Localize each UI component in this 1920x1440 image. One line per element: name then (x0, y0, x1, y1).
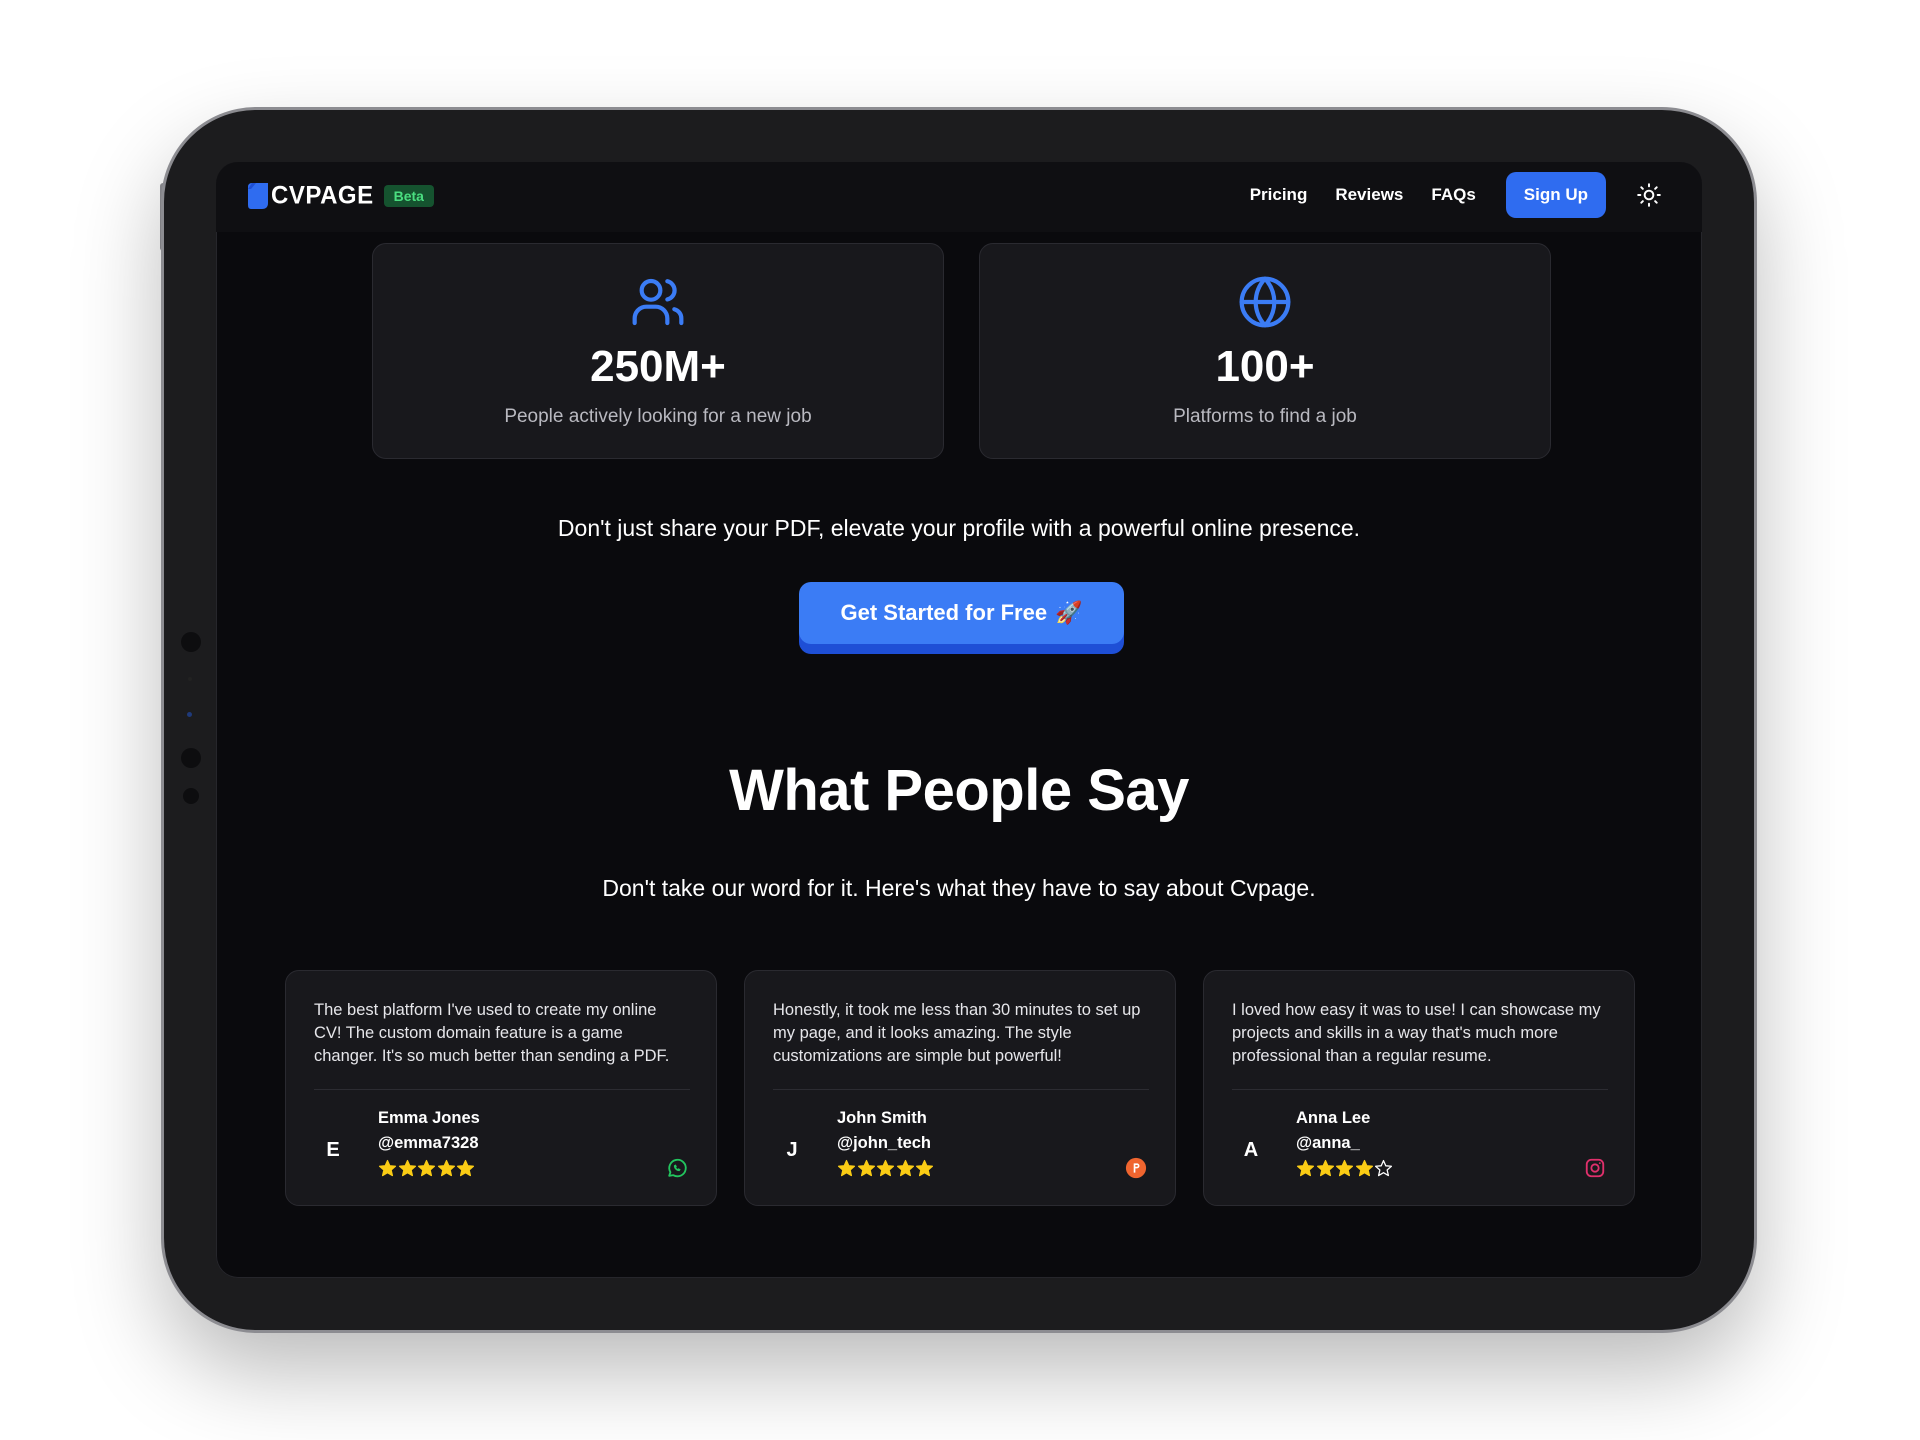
author-handle: @anna_ (1296, 1134, 1360, 1152)
star-filled-icon (1355, 1159, 1373, 1177)
star-rating (1296, 1159, 1394, 1178)
sign-up-button[interactable]: Sign Up (1505, 172, 1606, 218)
tagline: Don't just share your PDF, elevate your … (557, 515, 1361, 541)
author-handle: @emma7328 (378, 1134, 479, 1152)
app-screen: CVPAGE Beta Pricing Reviews FAQs Sign Up (216, 162, 1702, 1278)
sun-icon[interactable] (1636, 182, 1662, 208)
nav-link-reviews[interactable]: Reviews (1335, 185, 1403, 205)
beta-badge: Beta (383, 185, 434, 207)
author-name: John Smith (837, 1109, 927, 1127)
top-navbar: CVPAGE Beta Pricing Reviews FAQs Sign Up (216, 162, 1702, 232)
nav-link-pricing[interactable]: Pricing (1250, 185, 1308, 205)
stat-value: 100+ (1215, 342, 1315, 391)
logo[interactable]: CVPAGE Beta (248, 181, 434, 210)
star-filled-icon (1316, 1159, 1334, 1177)
camera-dot (181, 632, 201, 652)
star-rating (378, 1159, 476, 1178)
avatar: E (326, 1139, 340, 1161)
sensor-dot (188, 677, 192, 681)
globe-icon (1239, 276, 1291, 328)
nav-links: Pricing Reviews FAQs Sign Up (1250, 172, 1662, 218)
star-filled-icon (398, 1159, 416, 1177)
review-card: Honestly, it took me less than 30 minute… (744, 970, 1176, 1206)
star-filled-icon (837, 1159, 856, 1177)
review-card: I loved how easy it was to use! I can sh… (1203, 970, 1635, 1206)
stat-card-platforms: 100+ Platforms to find a job (979, 243, 1551, 459)
star-filled-icon (876, 1159, 895, 1177)
review-card: The best platform I've used to create my… (285, 970, 717, 1206)
brand-name: CVPAGE (271, 181, 374, 210)
divider (1232, 1089, 1608, 1090)
tablet-frame: CVPAGE Beta Pricing Reviews FAQs Sign Up (164, 110, 1754, 1330)
author-name: Emma Jones (378, 1109, 480, 1127)
star-filled-icon (857, 1159, 875, 1177)
users-icon (632, 278, 684, 326)
producthunt-icon[interactable] (1125, 1157, 1147, 1179)
avatar: J (786, 1139, 798, 1161)
divider (773, 1089, 1149, 1090)
author-name: Anna Lee (1296, 1109, 1371, 1127)
star-filled-icon (1296, 1159, 1315, 1177)
get-started-button[interactable]: Get Started for Free 🚀 (799, 582, 1124, 644)
star-filled-icon (437, 1159, 455, 1177)
instagram-icon[interactable] (1584, 1157, 1606, 1179)
section-subtitle: Don't take our word for it. Here's what … (602, 875, 1316, 901)
sensor-dot (187, 712, 192, 717)
review-text: Honestly, it took me less than 30 minute… (773, 1001, 1141, 1065)
divider (314, 1089, 690, 1090)
sensor-dot (183, 788, 199, 804)
nav-link-faqs[interactable]: FAQs (1431, 185, 1475, 205)
star-filled-icon (378, 1159, 397, 1177)
stat-value: 250M+ (590, 342, 726, 391)
avatar: A (1243, 1139, 1259, 1161)
logo-icon (248, 183, 268, 209)
star-filled-icon (456, 1159, 475, 1177)
stat-label: Platforms to find a job (1173, 406, 1357, 427)
section-title: What People Say (729, 758, 1189, 823)
star-filled-icon (896, 1159, 914, 1177)
cta-label: Get Started for Free (840, 600, 1048, 625)
review-text: The best platform I've used to create my… (314, 1001, 670, 1065)
stat-card-users: 250M+ People actively looking for a new … (372, 243, 944, 459)
star-filled-icon (1335, 1159, 1354, 1177)
whatsapp-icon[interactable] (666, 1157, 688, 1179)
rocket-icon: 🚀 (1055, 600, 1083, 625)
stat-label: People actively looking for a new job (504, 406, 812, 427)
star-rating (837, 1159, 935, 1178)
camera-dot (181, 748, 201, 768)
star-empty-icon (1374, 1159, 1393, 1177)
star-filled-icon (915, 1159, 934, 1177)
review-text: I loved how easy it was to use! I can sh… (1232, 1001, 1601, 1065)
author-handle: @john_tech (837, 1134, 932, 1152)
star-filled-icon (417, 1159, 436, 1177)
